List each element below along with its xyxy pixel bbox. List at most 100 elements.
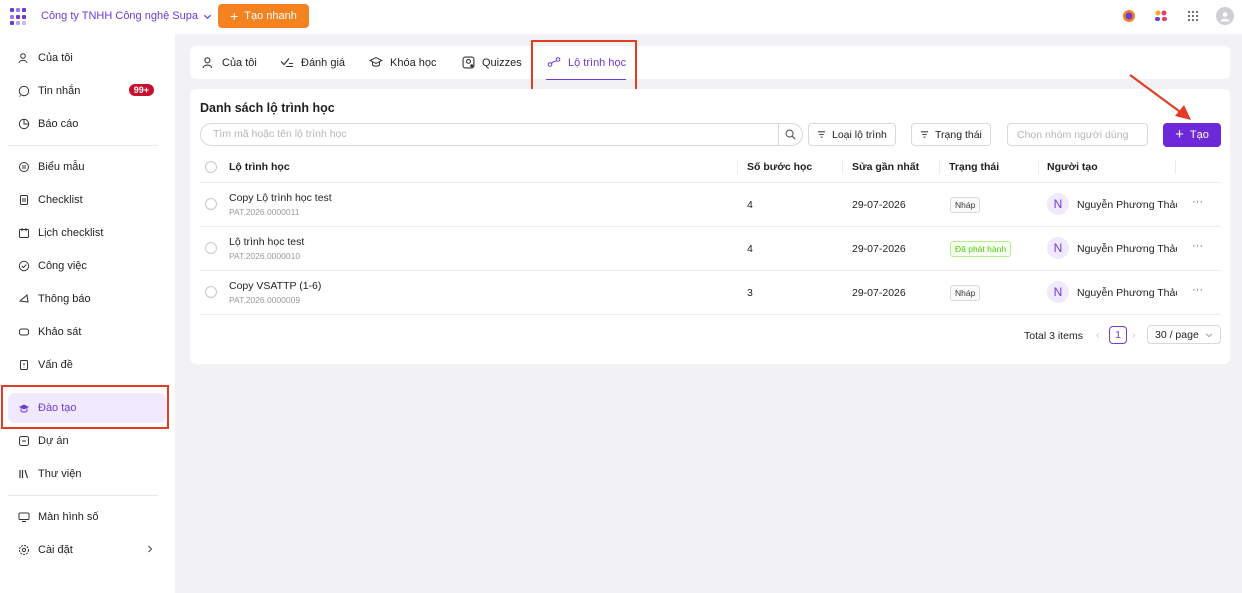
row-more-button[interactable]: ···: [1192, 196, 1203, 208]
creator-avatar: N: [1047, 281, 1069, 303]
tab-danh-gia[interactable]: Đánh giá: [280, 46, 345, 79]
survey-icon: [19, 328, 29, 336]
filter-icon: [920, 131, 929, 138]
prev-page-icon[interactable]: ‹: [1096, 330, 1099, 341]
search-button[interactable]: [778, 124, 802, 145]
sidebar-item-cua-toi[interactable]: Của tôi: [8, 43, 166, 73]
creator-name: Nguyễn Phương Thảo: [1077, 287, 1177, 299]
creator-name: Nguyễn Phương Thảo: [1077, 199, 1177, 211]
task-icon: [18, 260, 30, 272]
path-name[interactable]: Copy Lộ trình học test: [229, 192, 332, 204]
create-button[interactable]: + Tạo: [1163, 123, 1221, 147]
current-page-button[interactable]: 1: [1109, 326, 1127, 344]
report-icon: [18, 118, 30, 130]
column-header-status[interactable]: Trạng thái: [949, 161, 999, 173]
sidebar-item-thong-bao[interactable]: Thông báo: [8, 284, 166, 314]
column-header-name[interactable]: Lộ trình học: [229, 161, 290, 173]
sidebar-item-man-hinh-so[interactable]: Màn hình số: [8, 502, 166, 532]
filter-status-label: Trạng thái: [935, 128, 982, 141]
filter-type-button[interactable]: Loại lộ trình: [808, 123, 896, 146]
tab-bar: Của tôi Đánh giá Khóa học Quizzes Lộ trì…: [190, 46, 1230, 79]
modified-date: 29-07-2026: [852, 287, 906, 299]
filter-status-button[interactable]: Trạng thái: [911, 123, 991, 146]
column-header-creator[interactable]: Người tạo: [1047, 161, 1098, 173]
status-badge: Nháp: [950, 285, 981, 301]
unread-badge: 99+: [128, 84, 154, 96]
sidebar-item-thu-vien[interactable]: Thư viện: [8, 459, 166, 489]
team-icon[interactable]: [1152, 7, 1170, 25]
tab-lo-trinh-hoc[interactable]: Lộ trình học: [547, 46, 626, 79]
table-row[interactable]: Lộ trình học test PAT.2026.0000010 4 29-…: [200, 227, 1221, 271]
path-name[interactable]: Copy VSATTP (1-6): [229, 280, 321, 292]
row-checkbox[interactable]: [205, 242, 217, 254]
column-separator: [1038, 160, 1039, 174]
sidebar-item-tin-nhan[interactable]: Tin nhắn 99+: [8, 76, 166, 106]
sidebar-item-checklist[interactable]: Checklist: [8, 185, 166, 215]
column-header-modified[interactable]: Sửa gần nhất: [852, 161, 919, 173]
chevron-down-icon: [203, 14, 212, 19]
chat-icon: [18, 85, 30, 97]
tab-quizzes[interactable]: Quizzes: [462, 46, 522, 79]
sidebar-item-dao-tao[interactable]: Đào tạo: [8, 393, 166, 423]
creator-avatar: N: [1047, 237, 1069, 259]
annotation-arrow-icon: [1129, 74, 1191, 120]
page-size-select[interactable]: 30 / page: [1147, 325, 1221, 344]
creator-avatar: N: [1047, 193, 1069, 215]
chevron-right-icon: [148, 545, 153, 553]
table-row[interactable]: Copy Lộ trình học test PAT.2026.0000011 …: [200, 183, 1221, 227]
row-checkbox[interactable]: [205, 286, 217, 298]
next-page-icon[interactable]: ›: [1132, 330, 1135, 341]
steps-count: 4: [747, 243, 753, 255]
modified-date: 29-07-2026: [852, 243, 906, 255]
sidebar-item-bieu-mau[interactable]: Biểu mẫu: [8, 152, 166, 182]
chevron-down-icon: [1205, 332, 1212, 337]
settings-icon: [19, 545, 29, 555]
user-avatar-icon[interactable]: [1216, 7, 1234, 25]
sidebar-item-du-an[interactable]: Dự án: [8, 426, 166, 456]
path-code: PAT.2026.0000010: [229, 251, 301, 261]
learning-path-list-card: Danh sách lộ trình học Loại lộ trình Trạ…: [190, 89, 1230, 364]
app-logo-icon[interactable]: [10, 8, 28, 26]
company-switcher[interactable]: Công ty TNHH Công nghệ Supa: [41, 10, 212, 22]
row-more-button[interactable]: ···: [1192, 240, 1203, 252]
user-group-select[interactable]: Chọn nhóm người dùng: [1007, 123, 1148, 146]
status-badge: Nháp: [950, 197, 981, 213]
sidebar-item-label: Của tôi: [38, 52, 73, 64]
column-separator: [939, 160, 940, 174]
graduation-cap-icon: [369, 56, 383, 67]
search-input[interactable]: [213, 128, 773, 140]
project-icon: [19, 436, 29, 446]
column-header-steps[interactable]: Số bước học: [747, 161, 812, 173]
modified-date: 29-07-2026: [852, 199, 906, 211]
page-size-label: 30 / page: [1155, 328, 1199, 341]
sidebar-item-lich-checklist[interactable]: Lịch checklist: [8, 218, 166, 248]
table-header: Lộ trình học Số bước học Sửa gần nhất Tr…: [200, 152, 1221, 183]
user-icon: [18, 53, 28, 64]
company-name: Công ty TNHH Công nghệ Supa: [41, 10, 198, 22]
notification-icon[interactable]: [1120, 7, 1138, 25]
status-badge: Đã phát hành: [950, 241, 1012, 257]
sidebar-item-van-de[interactable]: Vấn đề: [8, 350, 166, 380]
sidebar-item-bao-cao[interactable]: Báo cáo: [8, 109, 166, 139]
tab-label: Lộ trình học: [568, 56, 627, 69]
form-icon: [19, 162, 29, 172]
tab-khoa-hoc[interactable]: Khóa học: [369, 46, 436, 79]
row-more-button[interactable]: ···: [1192, 284, 1203, 296]
sidebar-item-cai-dat[interactable]: Cài đặt: [8, 535, 166, 565]
sidebar-item-cong-viec[interactable]: Công việc: [8, 251, 166, 281]
row-checkbox[interactable]: [205, 198, 217, 210]
quick-create-label: Tạo nhanh: [244, 10, 297, 22]
table-row[interactable]: Copy VSATTP (1-6) PAT.2026.0000009 3 29-…: [200, 271, 1221, 315]
path-name[interactable]: Lộ trình học test: [229, 236, 304, 248]
plus-icon: +: [1175, 126, 1184, 143]
pagination-total: Total 3 items: [1024, 330, 1083, 342]
select-all-checkbox[interactable]: [205, 161, 217, 173]
apps-grid-icon[interactable]: [1184, 7, 1202, 25]
sidebar-item-label: Biểu mẫu: [38, 161, 85, 173]
steps-count: 3: [747, 287, 753, 299]
filter-icon: [817, 131, 826, 138]
tab-cua-toi[interactable]: Của tôi: [202, 46, 257, 79]
tab-label: Khóa học: [390, 56, 437, 69]
sidebar-item-khao-sat[interactable]: Khảo sát: [8, 317, 166, 347]
quick-create-button[interactable]: + Tạo nhanh: [218, 4, 309, 28]
